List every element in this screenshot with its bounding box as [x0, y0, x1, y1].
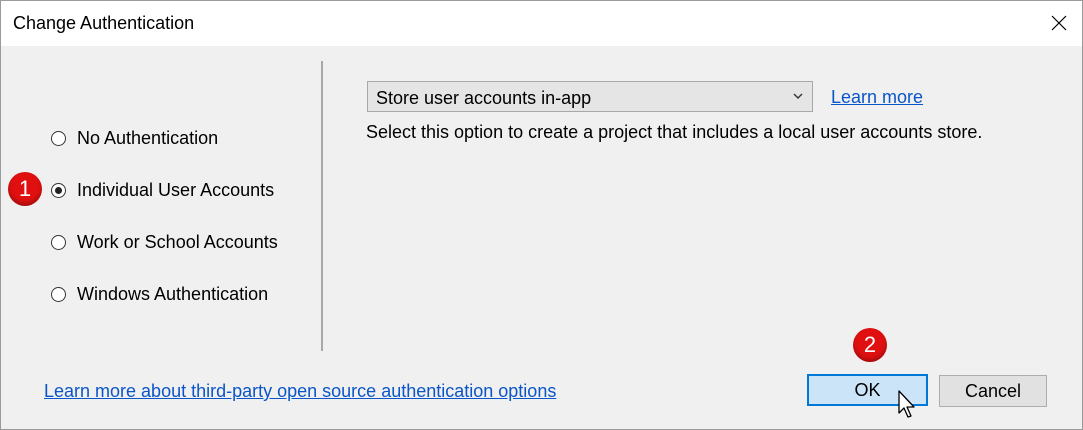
radio-label: No Authentication — [77, 127, 219, 148]
radio-work-or-school-accounts[interactable]: Work or School Accounts — [51, 230, 278, 254]
radio-button[interactable] — [51, 286, 66, 302]
step-1-badge: 1 — [8, 172, 42, 206]
third-party-auth-link[interactable]: Learn more about third-party open source… — [44, 381, 556, 402]
change-authentication-dialog: Change Authentication No Authentication … — [0, 0, 1083, 430]
radio-button[interactable] — [51, 234, 66, 250]
cancel-button[interactable]: Cancel — [939, 375, 1047, 407]
dialog-title: Change Authentication — [13, 13, 195, 33]
close-button[interactable] — [1036, 1, 1082, 46]
radio-label: Work or School Accounts — [77, 231, 278, 252]
mouse-pointer-icon — [898, 390, 915, 418]
radio-button[interactable] — [51, 130, 66, 146]
radio-label: Individual User Accounts — [77, 179, 275, 200]
radio-button-selected[interactable] — [51, 182, 66, 198]
learn-more-link[interactable]: Learn more — [831, 87, 923, 108]
step-2-badge: 2 — [853, 328, 887, 362]
radio-no-authentication[interactable]: No Authentication — [51, 126, 218, 150]
option-description: Select this option to create a project t… — [366, 122, 983, 142]
dropdown-value: Store user accounts in-app — [376, 88, 592, 108]
radio-windows-authentication[interactable]: Windows Authentication — [51, 282, 268, 306]
chevron-down-icon — [793, 93, 803, 99]
user-store-dropdown[interactable]: Store user accounts in-app — [367, 81, 813, 112]
radio-individual-user-accounts[interactable]: Individual User Accounts — [51, 178, 274, 202]
radio-label: Windows Authentication — [77, 283, 269, 304]
close-icon — [1051, 15, 1067, 31]
vertical-divider — [321, 61, 323, 351]
title-bar: Change Authentication — [1, 1, 1082, 46]
